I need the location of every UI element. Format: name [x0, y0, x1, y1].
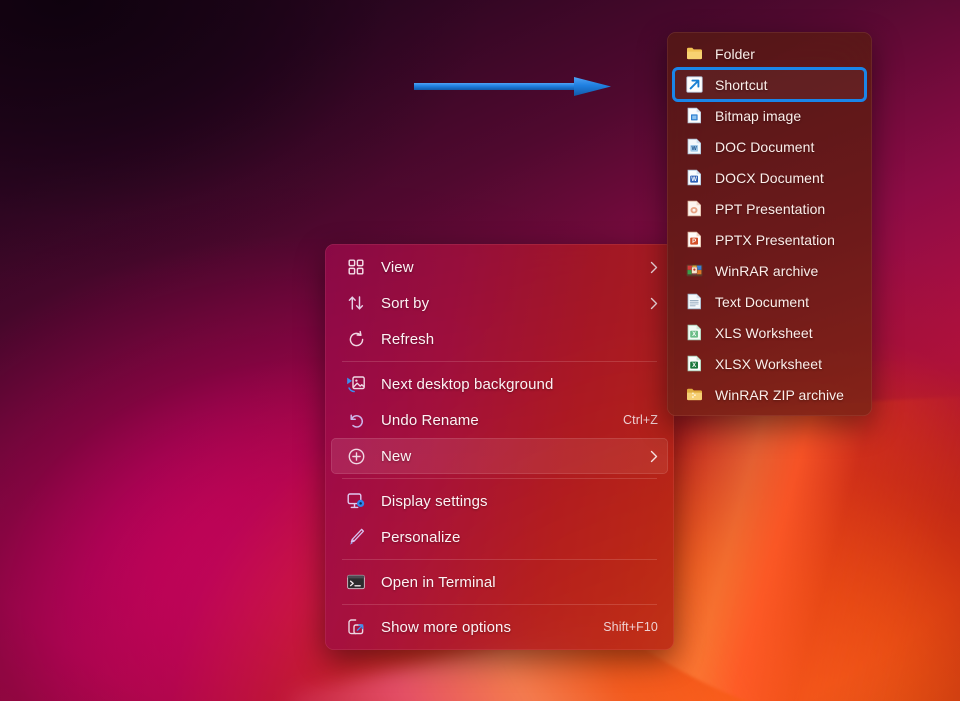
menu-item-display-settings[interactable]: Display settings [331, 483, 668, 519]
submenu-item-bitmap-image[interactable]: Bitmap image [674, 100, 865, 131]
submenu-item-folder[interactable]: Folder [674, 38, 865, 69]
powerpoint-ppt-icon [685, 200, 703, 218]
submenu-item-xls-worksheet[interactable]: X XLS Worksheet [674, 317, 865, 348]
display-settings-icon [345, 490, 367, 512]
bitmap-image-icon [685, 107, 703, 125]
menu-item-label: Personalize [381, 528, 461, 546]
excel-xlsx-icon: X [685, 355, 703, 373]
menu-item-shortcut: Shift+F10 [603, 620, 658, 634]
word-doc-icon: W [685, 138, 703, 156]
menu-item-view[interactable]: View [331, 249, 668, 285]
submenu-item-docx-document[interactable]: W DOCX Document [674, 162, 865, 193]
submenu-item-label: WinRAR archive [715, 262, 819, 279]
annotation-arrow-container [414, 74, 614, 100]
submenu-item-winrar-archive[interactable]: WinRAR archive [674, 255, 865, 286]
undo-icon [345, 409, 367, 431]
chevron-right-icon [644, 297, 658, 310]
submenu-item-label: DOCX Document [715, 169, 824, 186]
text-document-icon [685, 293, 703, 311]
submenu-item-label: XLSX Worksheet [715, 355, 823, 372]
menu-item-shortcut: Ctrl+Z [623, 413, 658, 427]
svg-text:W: W [691, 177, 697, 183]
menu-separator [342, 559, 657, 560]
svg-text:X: X [692, 332, 696, 338]
submenu-item-ppt-presentation[interactable]: PPT Presentation [674, 193, 865, 224]
chevron-right-icon [644, 261, 658, 274]
menu-item-label: New [381, 447, 412, 465]
submenu-item-label: Bitmap image [715, 107, 802, 124]
refresh-icon [345, 328, 367, 350]
submenu-item-text-document[interactable]: Text Document [674, 286, 865, 317]
submenu-item-xlsx-worksheet[interactable]: X XLSX Worksheet [674, 348, 865, 379]
folder-icon [685, 45, 703, 63]
menu-item-undo-rename[interactable]: Undo Rename Ctrl+Z [331, 402, 668, 438]
menu-item-label: Open in Terminal [381, 573, 496, 591]
menu-item-refresh[interactable]: Refresh [331, 321, 668, 357]
svg-text:P: P [692, 239, 696, 245]
menu-item-label: Refresh [381, 330, 435, 348]
menu-item-label: Undo Rename [381, 411, 479, 429]
menu-item-label: Show more options [381, 618, 512, 636]
menu-item-personalize[interactable]: Personalize [331, 519, 668, 555]
blue-right-arrow-icon [414, 77, 611, 96]
menu-separator [342, 478, 657, 479]
submenu-item-label: PPT Presentation [715, 200, 826, 217]
submenu-item-doc-document[interactable]: W DOC Document [674, 131, 865, 162]
new-submenu[interactable]: Folder Shortcut Bitmap image W DOC Docum… [667, 32, 872, 416]
submenu-item-shortcut[interactable]: Shortcut [672, 67, 867, 102]
grid-view-icon [345, 256, 367, 278]
excel-xls-icon: X [685, 324, 703, 342]
chevron-right-icon [644, 450, 658, 463]
desktop-context-menu[interactable]: View Sort by Refresh Next desktop backgr… [325, 244, 674, 650]
menu-item-open-in-terminal[interactable]: Open in Terminal [331, 564, 668, 600]
plus-circle-icon [345, 445, 367, 467]
word-docx-icon: W [685, 169, 703, 187]
menu-item-label: Sort by [381, 294, 430, 312]
menu-item-next-desktop-background[interactable]: Next desktop background [331, 366, 668, 402]
menu-separator [342, 604, 657, 605]
terminal-icon [345, 571, 367, 593]
winrar-zip-icon [685, 386, 703, 404]
submenu-item-label: Text Document [715, 293, 810, 310]
submenu-item-label: Folder [715, 45, 755, 62]
svg-text:X: X [692, 363, 696, 369]
submenu-item-label: DOC Document [715, 138, 815, 155]
menu-item-sort-by[interactable]: Sort by [331, 285, 668, 321]
submenu-item-label: Shortcut [715, 76, 768, 93]
sort-arrows-icon [345, 292, 367, 314]
menu-item-label: Next desktop background [381, 375, 554, 393]
winrar-archive-icon [685, 262, 703, 280]
menu-item-label: Display settings [381, 492, 488, 510]
submenu-item-winrar-zip-archive[interactable]: WinRAR ZIP archive [674, 379, 865, 410]
submenu-item-label: WinRAR ZIP archive [715, 386, 845, 403]
next-wallpaper-icon [345, 373, 367, 395]
svg-text:W: W [691, 146, 697, 152]
menu-item-show-more-options[interactable]: Show more options Shift+F10 [331, 609, 668, 645]
shortcut-icon [685, 76, 703, 94]
menu-item-new[interactable]: New [331, 438, 668, 474]
paintbrush-icon [345, 526, 367, 548]
show-more-options-icon [345, 616, 367, 638]
menu-separator [342, 361, 657, 362]
submenu-item-label: PPTX Presentation [715, 231, 835, 248]
submenu-item-label: XLS Worksheet [715, 324, 813, 341]
menu-item-label: View [381, 258, 414, 276]
powerpoint-pptx-icon: P [685, 231, 703, 249]
submenu-item-pptx-presentation[interactable]: P PPTX Presentation [674, 224, 865, 255]
